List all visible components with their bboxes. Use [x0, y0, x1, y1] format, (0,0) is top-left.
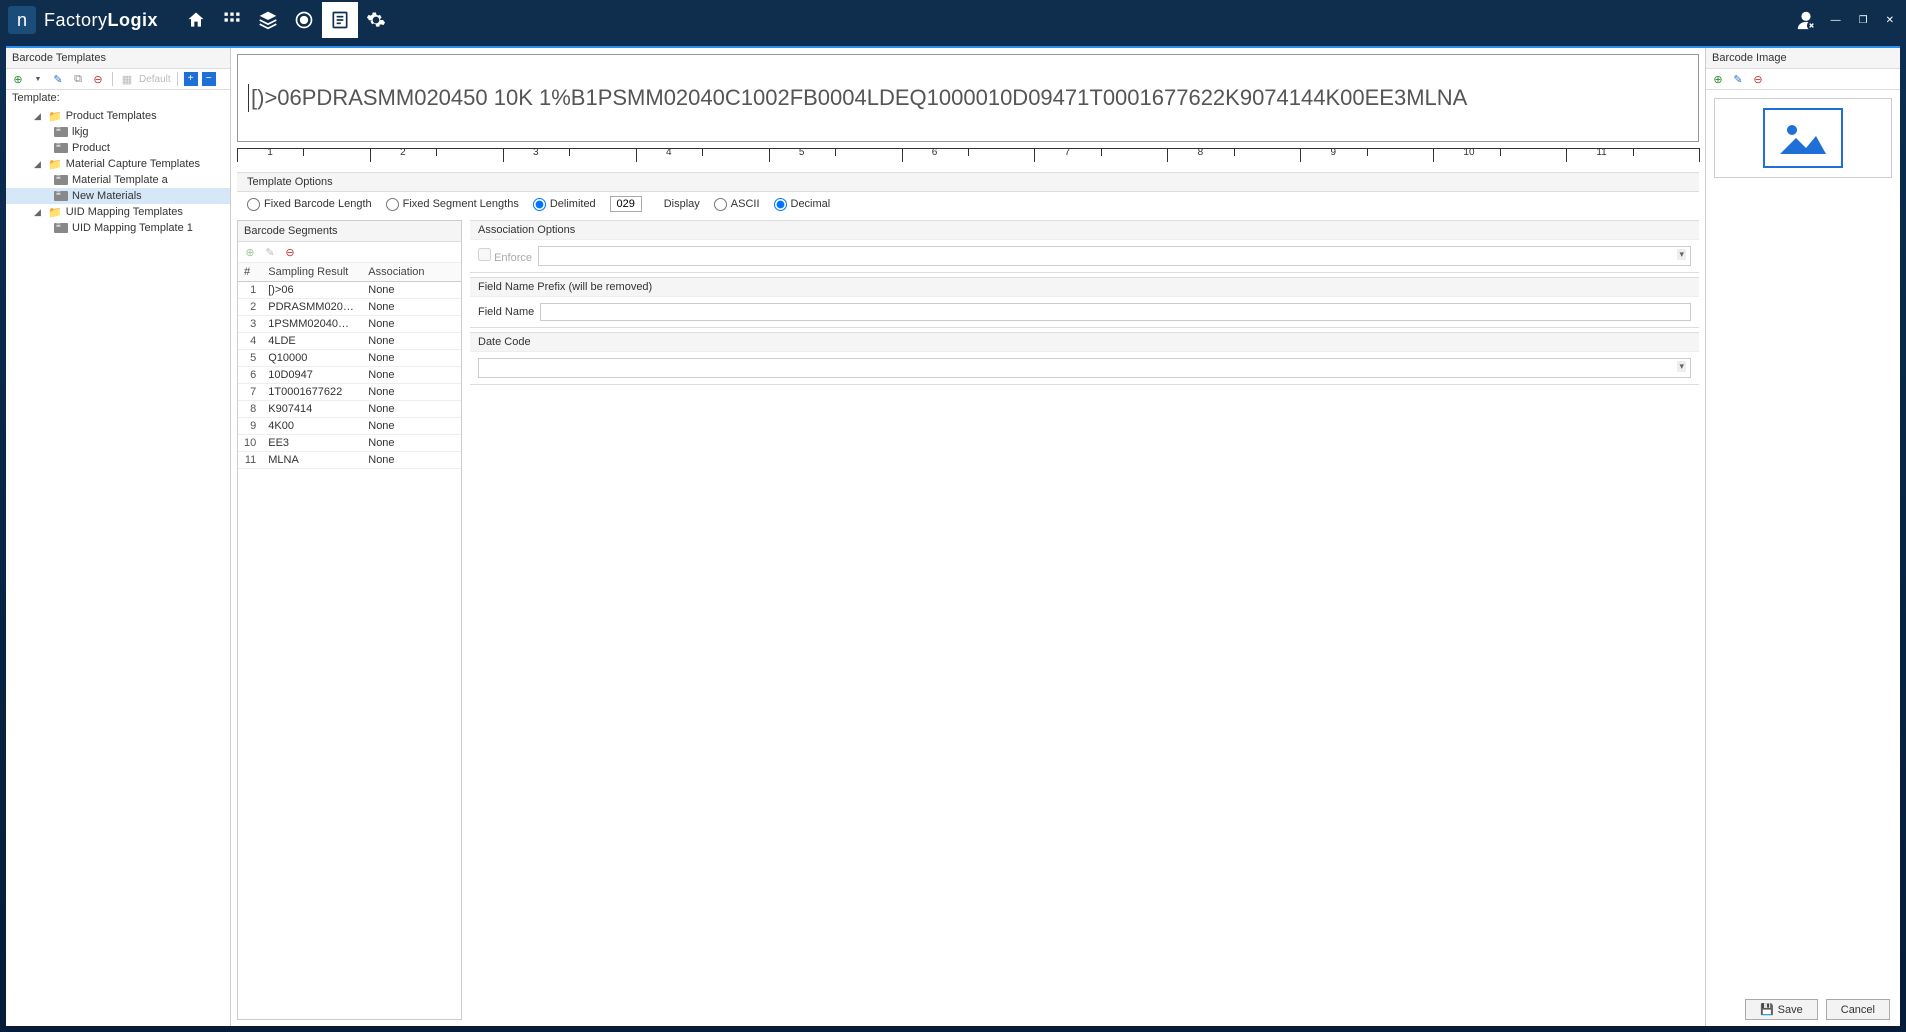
stack-icon[interactable]: [250, 2, 286, 38]
fixed-barcode-radio[interactable]: Fixed Barcode Length: [247, 198, 372, 211]
tree-item[interactable]: New Materials: [6, 188, 230, 204]
barcode-image-panel: Barcode Image ⊕ ✎ ⊖: [1705, 48, 1900, 1026]
table-row[interactable]: 11MLNANone: [238, 452, 461, 469]
barcode-display[interactable]: [)>06PDRASMM020450 10K 1%B1PSMM02040C100…: [237, 54, 1699, 142]
tree-item[interactable]: Product: [6, 140, 230, 156]
table-row[interactable]: 71T0001677622None: [238, 384, 461, 401]
segments-toolbar: ⊕ ✎ ⊖: [238, 242, 461, 263]
tree-folder[interactable]: ◢📁Product Templates: [6, 108, 230, 124]
edit-image-button[interactable]: ✎: [1730, 71, 1746, 87]
report-icon[interactable]: [322, 2, 358, 38]
close-button[interactable]: ✕: [1882, 13, 1898, 28]
segments-table[interactable]: # Sampling Result Association 1[)>06None…: [238, 263, 461, 1019]
delete-image-button[interactable]: ⊖: [1750, 71, 1766, 87]
save-icon: 💾: [1760, 1003, 1774, 1016]
segments-panel: Barcode Segments ⊕ ✎ ⊖ # Sampling Result…: [237, 220, 462, 1020]
add-segment-button: ⊕: [242, 244, 258, 260]
minimize-button[interactable]: —: [1827, 13, 1845, 28]
center-panel: [)>06PDRASMM020450 10K 1%B1PSMM02040C100…: [231, 48, 1705, 1026]
templates-panel-header: Barcode Templates: [6, 48, 230, 69]
copy-template-button[interactable]: ⧉: [70, 71, 86, 87]
table-row[interactable]: 1[)>06None: [238, 282, 461, 299]
app-logo-icon: n: [8, 6, 36, 34]
add-dropdown-icon[interactable]: ▼: [30, 71, 46, 87]
delete-segment-button[interactable]: ⊖: [282, 244, 298, 260]
user-icon[interactable]: [1795, 9, 1817, 31]
add-template-button[interactable]: ⊕: [10, 71, 26, 87]
settings-icon[interactable]: [358, 2, 394, 38]
enforce-checkbox: Enforce: [478, 248, 532, 264]
footer-buttons: 💾Save Cancel: [1745, 999, 1890, 1020]
templates-panel: Barcode Templates ⊕ ▼ ✎ ⧉ ⊖ ▦ Default + …: [6, 48, 231, 1026]
date-code-dropdown[interactable]: [478, 358, 1691, 378]
titlebar-nav: [178, 2, 394, 38]
home-icon[interactable]: [178, 2, 214, 38]
table-row[interactable]: 8K907414None: [238, 401, 461, 418]
tree-item[interactable]: UID Mapping Template 1: [6, 220, 230, 236]
image-toolbar: ⊕ ✎ ⊖: [1706, 69, 1900, 90]
col-assoc: Association: [362, 263, 461, 282]
tree-item[interactable]: lkjg: [6, 124, 230, 140]
cancel-button[interactable]: Cancel: [1826, 999, 1890, 1020]
app-brand: FactoryLogix: [44, 10, 158, 31]
barcode-image-header: Barcode Image: [1706, 48, 1900, 69]
association-panel: Association Options Enforce Field Name P…: [470, 220, 1699, 1020]
table-row[interactable]: 31PSMM02040C100...None: [238, 316, 461, 333]
templates-tree: ◢📁Product TemplateslkjgProduct◢📁Material…: [6, 106, 230, 1026]
edit-segment-button: ✎: [262, 244, 278, 260]
barcode-ruler: 1234567891011: [237, 148, 1699, 168]
table-row[interactable]: 610D0947None: [238, 367, 461, 384]
template-options-header: Template Options: [237, 172, 1699, 192]
assoc-options-header: Association Options: [470, 221, 1699, 240]
tree-folder[interactable]: ◢📁UID Mapping Templates: [6, 204, 230, 220]
enforce-dropdown[interactable]: [538, 246, 1691, 266]
tree-folder[interactable]: ◢📁Material Capture Templates: [6, 156, 230, 172]
table-row[interactable]: 10EE3None: [238, 435, 461, 452]
collapse-all-button[interactable]: −: [202, 72, 216, 86]
table-row[interactable]: 5Q10000None: [238, 350, 461, 367]
delimited-radio[interactable]: Delimited: [533, 198, 596, 211]
save-button[interactable]: 💾Save: [1745, 999, 1818, 1020]
edit-template-button[interactable]: ✎: [50, 71, 66, 87]
brand-bold: Logix: [108, 10, 159, 30]
decimal-radio[interactable]: Decimal: [774, 198, 831, 211]
expand-all-button[interactable]: +: [184, 72, 198, 86]
display-label: Display: [664, 198, 700, 210]
main-content: Barcode Templates ⊕ ▼ ✎ ⧉ ⊖ ▦ Default + …: [6, 46, 1900, 1026]
date-code-header: Date Code: [470, 333, 1699, 352]
template-options-row: Fixed Barcode Length Fixed Segment Lengt…: [237, 192, 1699, 216]
image-placeholder-icon: [1763, 108, 1843, 168]
table-row[interactable]: 94K00None: [238, 418, 461, 435]
templates-toolbar: ⊕ ▼ ✎ ⧉ ⊖ ▦ Default + −: [6, 69, 230, 90]
titlebar-right: — ❐ ✕: [1795, 9, 1898, 31]
default-label: Default: [139, 74, 171, 85]
col-num: #: [238, 263, 262, 282]
table-row[interactable]: 2PDRASMM020450...None: [238, 299, 461, 316]
modules-icon[interactable]: [214, 2, 250, 38]
tree-item[interactable]: Material Template a: [6, 172, 230, 188]
barcode-text: [)>06PDRASMM020450 10K 1%B1PSMM02040C100…: [251, 85, 1467, 111]
segments-header: Barcode Segments: [238, 221, 461, 242]
add-image-button[interactable]: ⊕: [1710, 71, 1726, 87]
image-placeholder-frame: [1714, 98, 1892, 178]
maximize-button[interactable]: ❐: [1855, 13, 1872, 28]
delimiter-input[interactable]: [610, 196, 642, 212]
ascii-radio[interactable]: ASCII: [714, 198, 760, 211]
template-label: Template:: [6, 90, 230, 106]
fixed-segment-radio[interactable]: Fixed Segment Lengths: [386, 198, 519, 211]
col-sample: Sampling Result: [262, 263, 362, 282]
field-name-input[interactable]: [540, 303, 1691, 321]
table-row[interactable]: 44LDENone: [238, 333, 461, 350]
field-name-label: Field Name: [478, 306, 534, 318]
target-icon[interactable]: [286, 2, 322, 38]
delete-template-button[interactable]: ⊖: [90, 71, 106, 87]
titlebar: n FactoryLogix — ❐ ✕: [0, 0, 1906, 40]
default-button: ▦: [119, 71, 135, 87]
brand-pre: Factory: [44, 10, 108, 30]
prefix-header: Field Name Prefix (will be removed): [470, 278, 1699, 297]
